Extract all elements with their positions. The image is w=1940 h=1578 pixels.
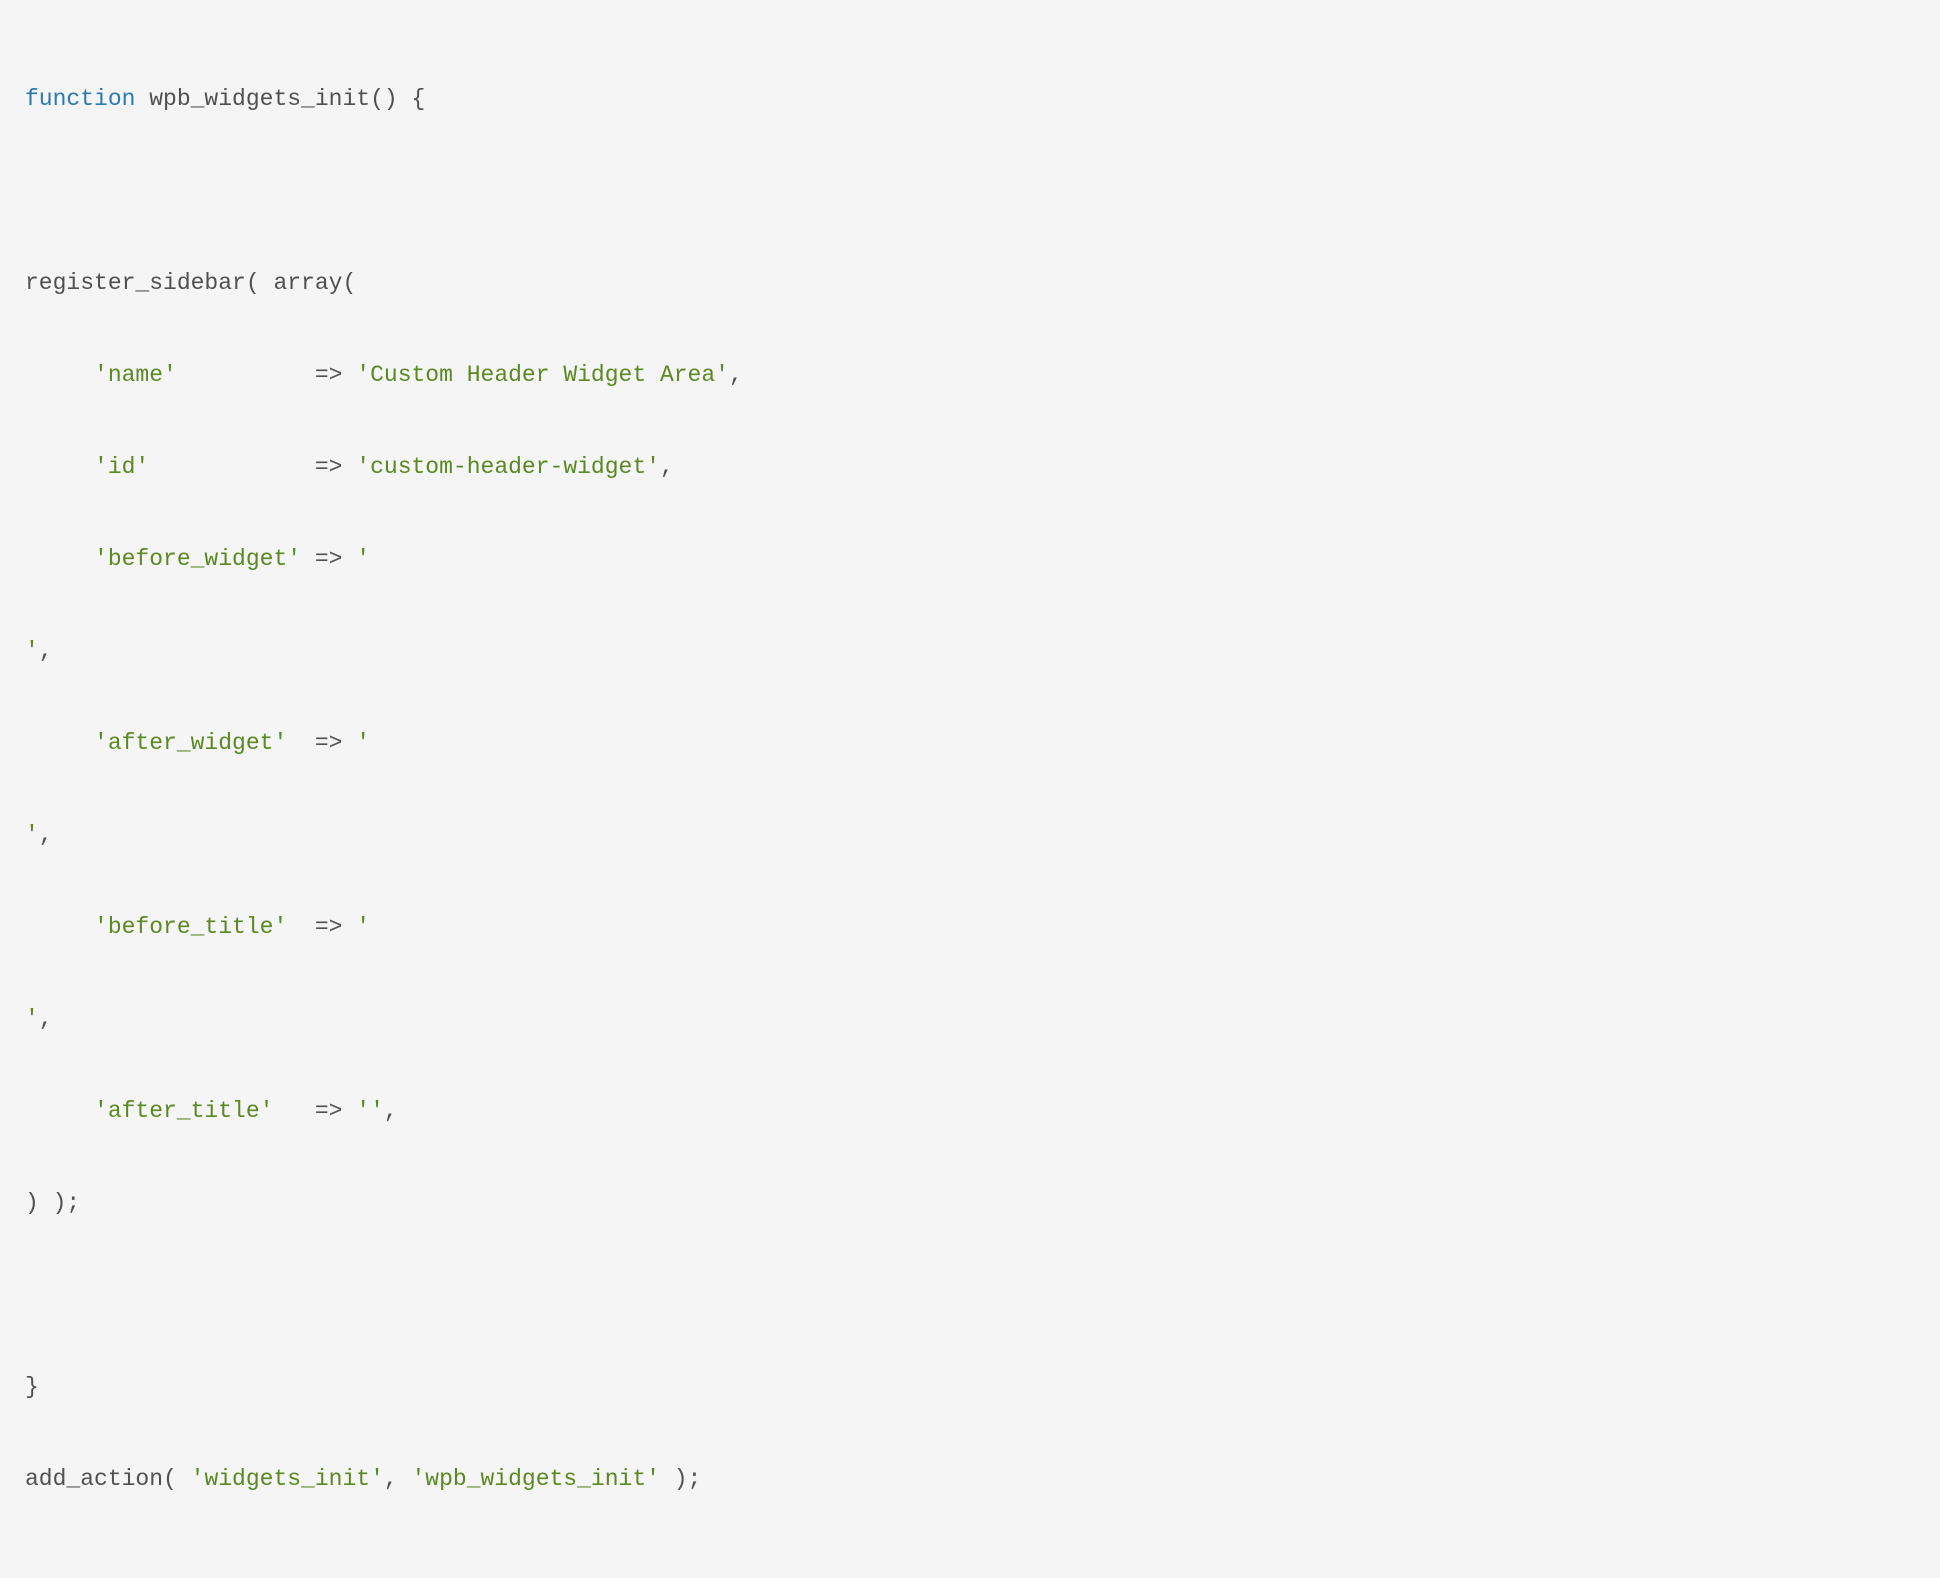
arrow: => — [315, 546, 356, 572]
indent — [25, 454, 94, 480]
paren: ( — [342, 270, 356, 296]
code-line-1: function wpb_widgets_init() { — [25, 76, 1915, 122]
keyword-function: function — [25, 86, 135, 112]
comma: , — [384, 1098, 398, 1124]
code-line-5: 'before_widget' => ' — [25, 536, 1915, 582]
close-brace: } — [25, 1374, 39, 1400]
array-key: 'before_widget' — [94, 546, 301, 572]
code-line-4: 'id' => 'custom-header-widget', — [25, 444, 1915, 490]
array-value: ' — [356, 914, 370, 940]
array-key: 'after_widget' — [94, 730, 287, 756]
arg2: 'wpb_widgets_init' — [411, 1466, 659, 1492]
code-line-12: ) ); — [25, 1180, 1915, 1226]
code-line-3: 'name' => 'Custom Header Widget Area', — [25, 352, 1915, 398]
string-close: ' — [25, 822, 39, 848]
function-call: register_sidebar — [25, 270, 246, 296]
code-line-14: add_action( 'widgets_init', 'wpb_widgets… — [25, 1456, 1915, 1502]
array-value: ' — [356, 546, 370, 572]
array-key: 'before_title' — [94, 914, 287, 940]
comma: , — [39, 1006, 53, 1032]
indent — [25, 546, 94, 572]
padding — [149, 454, 315, 480]
parens: () — [370, 86, 398, 112]
arrow: => — [315, 454, 356, 480]
arrow: => — [315, 362, 356, 388]
code-line-8: ', — [25, 812, 1915, 858]
array-value: 'Custom Header Widget Area' — [356, 362, 729, 388]
function-name: wpb_widgets_init — [135, 86, 370, 112]
code-line-2: register_sidebar( array( — [25, 260, 1915, 306]
blank-line — [25, 1272, 1915, 1318]
code-block: function wpb_widgets_init() { register_s… — [25, 30, 1915, 1548]
blank-line — [25, 168, 1915, 214]
padding — [273, 1098, 314, 1124]
padding — [177, 362, 315, 388]
code-line-7: 'after_widget' => ' — [25, 720, 1915, 766]
comma: , — [39, 822, 53, 848]
array-value: '' — [356, 1098, 384, 1124]
open-brace: { — [398, 86, 426, 112]
padding — [301, 546, 315, 572]
code-line-13: } — [25, 1364, 1915, 1410]
indent — [25, 914, 94, 940]
code-line-9: 'before_title' => ' — [25, 904, 1915, 950]
string-close: ' — [25, 638, 39, 664]
padding — [287, 914, 315, 940]
close-paren: ); — [660, 1466, 701, 1492]
arg1: 'widgets_init' — [191, 1466, 384, 1492]
indent — [25, 362, 94, 388]
indent — [25, 1098, 94, 1124]
open-paren: ( — [246, 270, 274, 296]
comma: , — [660, 454, 674, 480]
array-key: 'after_title' — [94, 1098, 273, 1124]
array-value: ' — [356, 730, 370, 756]
string-close: ' — [25, 1006, 39, 1032]
code-line-11: 'after_title' => '', — [25, 1088, 1915, 1134]
indent — [25, 730, 94, 756]
arrow: => — [315, 730, 356, 756]
code-line-6: ', — [25, 628, 1915, 674]
open-paren: ( — [163, 1466, 191, 1492]
comma: , — [39, 638, 53, 664]
close-parens: ) ); — [25, 1190, 80, 1216]
arrow: => — [315, 914, 356, 940]
code-line-10: ', — [25, 996, 1915, 1042]
function-call: add_action — [25, 1466, 163, 1492]
padding — [287, 730, 315, 756]
array-key: 'name' — [94, 362, 177, 388]
array-value: 'custom-header-widget' — [356, 454, 660, 480]
array-keyword: array — [273, 270, 342, 296]
comma: , — [729, 362, 743, 388]
arrow: => — [315, 1098, 356, 1124]
array-key: 'id' — [94, 454, 149, 480]
comma: , — [384, 1466, 412, 1492]
